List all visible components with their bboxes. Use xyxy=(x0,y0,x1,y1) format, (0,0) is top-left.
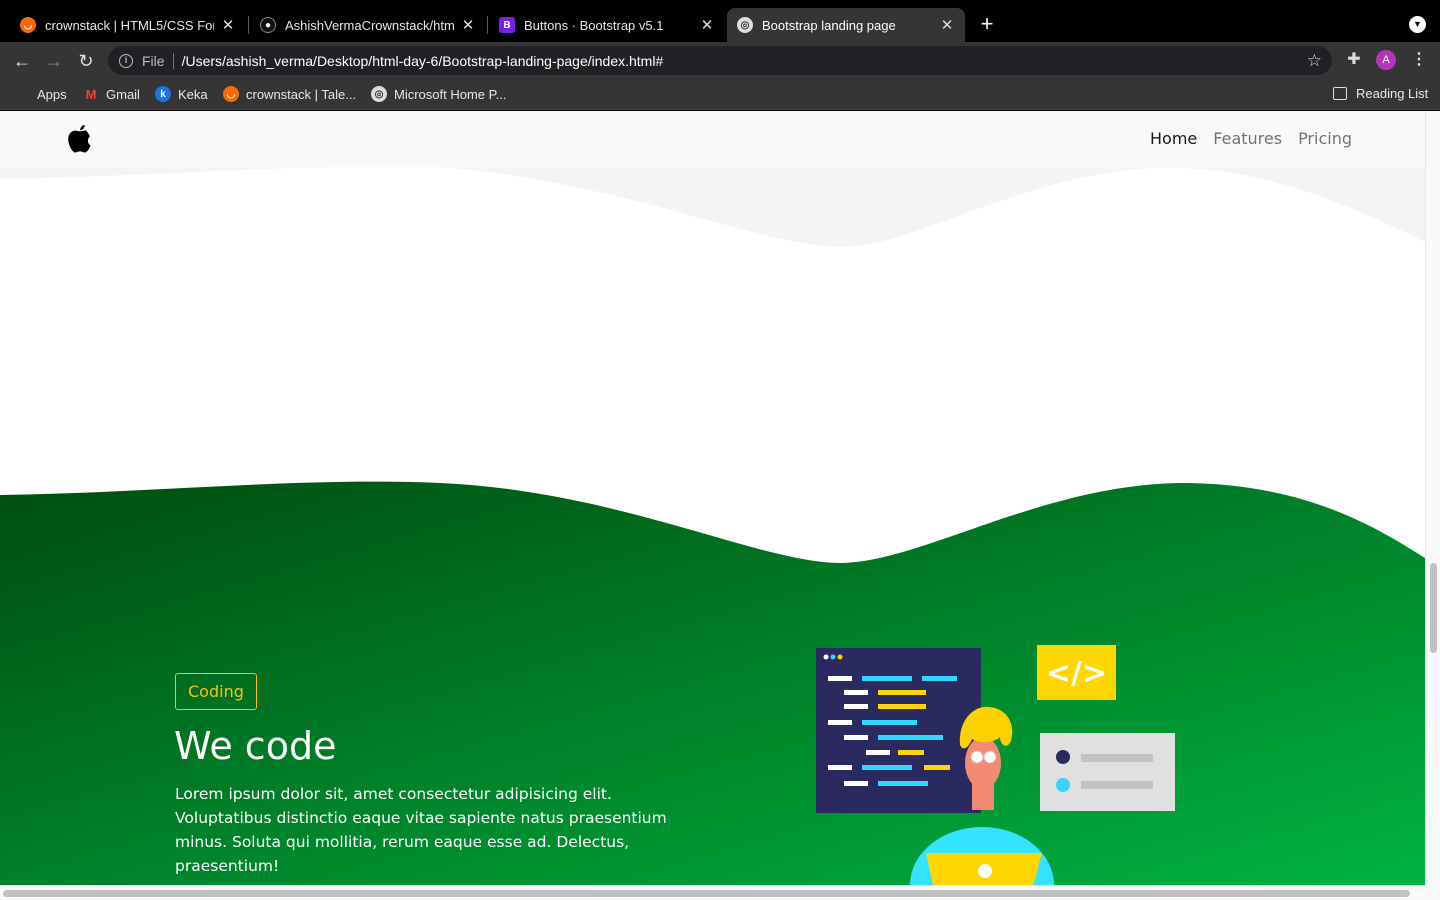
browser-tab-active[interactable]: ◎ Bootstrap landing page ✕ xyxy=(727,8,965,42)
reload-icon[interactable]: ↻ xyxy=(75,50,97,72)
tab-separator xyxy=(487,16,488,34)
bookmarks-bar: Apps M Gmail k Keka ◡ crownstack | Tale.… xyxy=(0,79,1440,110)
bookmark-label: Gmail xyxy=(106,86,140,102)
nav-link-home[interactable]: Home xyxy=(1150,129,1197,148)
bookmark-microsoft[interactable]: ◎ Microsoft Home P... xyxy=(371,86,506,102)
keka-icon: k xyxy=(155,86,171,102)
browser-toolbar: ← → ↻ i File /Users/ashish_verma/Desktop… xyxy=(0,42,1440,79)
url-text[interactable]: /Users/ashish_verma/Desktop/html-day-6/B… xyxy=(182,53,664,69)
site-nav-links: Home Features Pricing xyxy=(1150,129,1352,148)
close-tab-icon[interactable]: ✕ xyxy=(460,16,476,34)
site-navbar: Home Features Pricing xyxy=(0,111,1425,167)
bookmark-crownstack[interactable]: ◡ crownstack | Tale... xyxy=(223,86,356,102)
page-viewport: Home Features Pricing Coding We code Lor… xyxy=(0,111,1425,885)
horizontal-scrollbar[interactable] xyxy=(0,885,1425,900)
new-tab-icon[interactable]: + xyxy=(976,13,998,35)
section-heading: We code xyxy=(174,724,337,768)
bookmark-star-icon[interactable]: ☆ xyxy=(1307,51,1322,71)
nav-link-features[interactable]: Features xyxy=(1213,129,1282,148)
apps-grid-icon xyxy=(14,86,30,102)
github-icon: ● xyxy=(260,17,276,33)
close-tab-icon[interactable]: ✕ xyxy=(699,16,715,34)
browser-tab[interactable]: B Buttons · Bootstrap v5.1 ✕ xyxy=(489,8,725,42)
apple-icon[interactable] xyxy=(66,123,94,155)
tab-separator xyxy=(248,16,249,34)
scheme-label: File xyxy=(142,52,165,69)
tab-strip: ◡ crownstack | HTML5/CSS For b ✕ ● Ashis… xyxy=(0,0,1440,42)
browser-tab[interactable]: ● AshishVermaCrownstack/html- ✕ xyxy=(250,8,486,42)
address-separator xyxy=(172,52,174,69)
reading-list-icon xyxy=(1333,87,1347,100)
gmail-icon: M xyxy=(85,86,97,102)
wave-background xyxy=(0,111,1425,885)
bookmark-label: Keka xyxy=(178,86,208,102)
globe-icon: ◎ xyxy=(737,17,753,33)
tab-title: Buttons · Bootstrap v5.1 xyxy=(524,17,664,33)
bootstrap-icon: B xyxy=(499,17,515,33)
globe-icon: ◎ xyxy=(371,86,387,102)
tab-title: AshishVermaCrownstack/html- xyxy=(285,17,454,33)
nav-link-pricing[interactable]: Pricing xyxy=(1298,129,1352,148)
back-arrow-icon[interactable]: ← xyxy=(11,50,33,72)
tab-search-icon[interactable]: ▼ xyxy=(1409,16,1426,33)
crownstack-icon: ◡ xyxy=(223,86,239,102)
tab-title: crownstack | HTML5/CSS For b xyxy=(45,17,214,33)
reading-list-button[interactable]: Reading List xyxy=(1333,86,1428,101)
browser-tab[interactable]: ◡ crownstack | HTML5/CSS For b ✕ xyxy=(10,8,246,42)
bookmark-apps[interactable]: Apps xyxy=(14,86,67,102)
list-card xyxy=(1040,733,1175,811)
bookmark-label: Microsoft Home P... xyxy=(394,86,507,102)
vertical-scroll-thumb[interactable] xyxy=(1430,563,1437,653)
horizontal-scroll-thumb[interactable] xyxy=(3,890,1410,897)
bookmark-label: Apps xyxy=(37,86,67,102)
address-bar[interactable]: i File /Users/ashish_verma/Desktop/html-… xyxy=(108,46,1332,75)
coding-badge-button[interactable]: Coding xyxy=(175,673,257,710)
crownstack-icon: ◡ xyxy=(20,17,36,33)
reading-list-label: Reading List xyxy=(1356,86,1429,101)
code-editor-panel xyxy=(816,648,981,813)
info-icon[interactable]: i xyxy=(119,53,133,68)
code-tag-text: </> xyxy=(1046,656,1107,691)
tab-title: Bootstrap landing page xyxy=(762,17,896,33)
bookmark-gmail[interactable]: M Gmail xyxy=(83,86,140,102)
profile-avatar[interactable]: A xyxy=(1376,50,1396,70)
close-tab-icon[interactable]: ✕ xyxy=(220,16,236,34)
developer-illustration: </> xyxy=(816,645,1175,885)
menu-kebab-icon[interactable]: ⋮ xyxy=(1411,50,1427,70)
vertical-scrollbar[interactable] xyxy=(1425,111,1440,900)
bookmark-label: crownstack | Tale... xyxy=(246,86,357,102)
close-tab-icon[interactable]: ✕ xyxy=(939,16,955,34)
bookmark-keka[interactable]: k Keka xyxy=(155,86,208,102)
extensions-puzzle-icon[interactable]: ✚ xyxy=(1345,51,1363,69)
section-lead-text: Lorem ipsum dolor sit, amet consectetur … xyxy=(175,785,667,875)
forward-arrow-icon[interactable]: → xyxy=(43,50,65,72)
scroll-corner xyxy=(1425,885,1440,900)
